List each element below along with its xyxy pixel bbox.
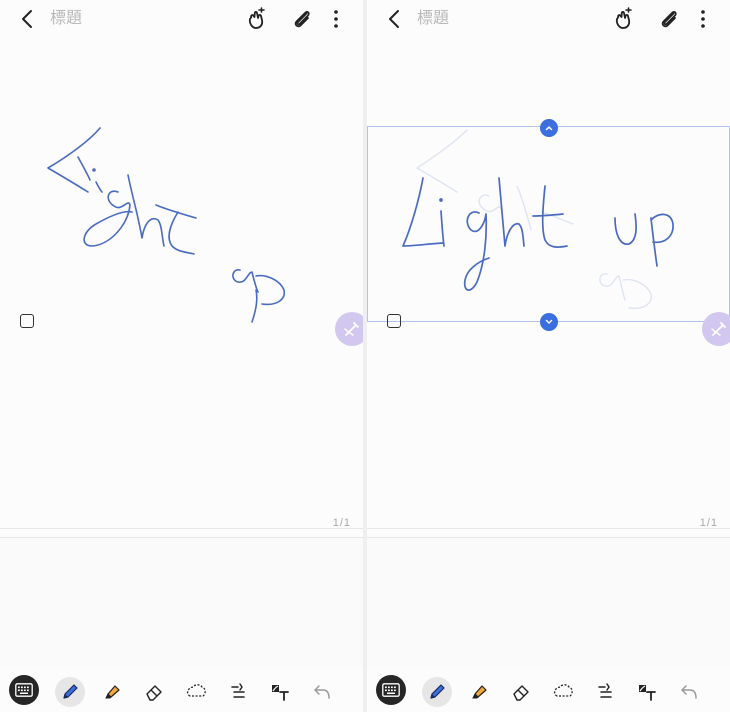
lasso-tool-button[interactable] [181,677,211,707]
back-button[interactable] [16,7,40,31]
undo-button[interactable] [674,677,704,707]
pen-tool-button[interactable] [422,677,452,707]
back-button[interactable] [383,7,407,31]
undo-icon [681,685,697,699]
note-title[interactable]: 標題 [50,9,82,29]
keyboard-icon [15,683,33,697]
selection-box[interactable] [367,126,730,322]
eraser-icon [513,685,529,701]
pen-floating-button[interactable] [335,312,363,346]
chevron-left-icon [22,10,32,28]
attach-button[interactable] [657,7,681,31]
selection-handle-top[interactable] [540,119,558,137]
note-title[interactable]: 標題 [417,9,449,29]
eraser-tool-button[interactable] [139,677,169,707]
text-convert-button[interactable] [265,677,295,707]
handwriting-strokes [47,127,286,323]
pen-icon [430,684,445,699]
paperclip-icon [661,10,677,28]
lasso-icon [553,684,573,697]
pen-tool-button[interactable] [55,677,85,707]
top-bar: 標題 [0,0,363,38]
finger-draw-icon [615,7,632,29]
handwriting-to-text-icon [639,685,656,701]
next-page-area [367,538,730,668]
next-page-area [0,538,363,668]
straighten-lines-icon [598,683,612,698]
more-vertical-icon [701,10,705,28]
chevron-down-icon [545,319,553,324]
attach-button[interactable] [290,7,314,31]
finger-draw-icon [248,7,265,29]
more-options-button[interactable] [691,7,715,31]
lasso-tool-button[interactable] [548,677,578,707]
checkbox-button[interactable] [387,314,401,328]
divider [367,528,730,529]
pen-mode-button[interactable] [244,7,268,31]
keyboard-button[interactable] [9,675,39,705]
keyboard-icon [382,683,400,697]
keyboard-button[interactable] [376,675,406,705]
drawing-toolbar [0,672,363,712]
chevron-up-icon [545,126,553,131]
top-bar: 標題 [367,0,730,38]
checkbox-button[interactable] [20,314,34,328]
eraser-icon [146,685,162,701]
pen-floating-button[interactable] [702,312,730,346]
drawing-canvas[interactable] [0,38,363,528]
pen-swirl-icon [711,322,726,336]
undo-icon [314,685,330,699]
more-vertical-icon [334,10,338,28]
highlighter-icon [472,685,487,699]
eraser-tool-button[interactable] [506,677,536,707]
divider [0,528,363,529]
highlighter-tool-button[interactable] [97,677,127,707]
pen-mode-button[interactable] [611,7,635,31]
lasso-icon [186,684,206,697]
text-convert-button[interactable] [632,677,662,707]
undo-button[interactable] [307,677,337,707]
pen-icon [63,684,78,699]
selection-handle-bottom[interactable] [540,313,558,331]
straighten-tool-button[interactable] [590,677,620,707]
straighten-lines-icon [231,683,245,698]
right-screen: 標題 1/1 [367,0,730,712]
left-screen: 標題 1/1 [0,0,363,712]
more-options-button[interactable] [324,7,348,31]
pen-swirl-icon [344,322,359,336]
highlighter-icon [105,685,120,699]
chevron-left-icon [389,10,399,28]
highlighter-tool-button[interactable] [464,677,494,707]
drawing-toolbar [367,672,730,712]
straighten-tool-button[interactable] [223,677,253,707]
paperclip-icon [294,10,310,28]
handwriting-to-text-icon [272,685,289,701]
